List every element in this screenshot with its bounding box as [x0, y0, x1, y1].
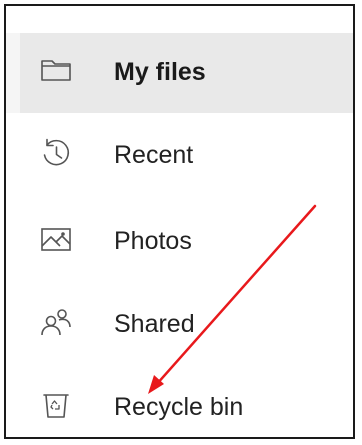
image-icon [39, 222, 73, 256]
nav-item-label: Recent [114, 141, 194, 169]
nav-item-my-files[interactable]: My files [6, 33, 353, 113]
nav-item-recycle-bin[interactable]: Recycle bin [6, 368, 353, 445]
history-icon [39, 136, 73, 170]
folder-icon [39, 53, 73, 87]
active-indicator [6, 33, 20, 113]
people-icon [39, 305, 73, 339]
nav-item-photos[interactable]: Photos [6, 202, 353, 282]
screenshot-frame: My files Recent Photos Shared Recycle bi… [4, 4, 355, 439]
nav-item-label: Shared [114, 310, 195, 338]
nav-item-label: Recycle bin [114, 393, 244, 421]
sidebar-nav: My files Recent Photos Shared Recycle bi… [6, 6, 353, 437]
nav-item-label: My files [114, 58, 206, 86]
nav-item-shared[interactable]: Shared [6, 285, 353, 365]
recycle-bin-icon [39, 388, 73, 422]
nav-item-label: Photos [114, 227, 192, 255]
nav-item-recent[interactable]: Recent [6, 116, 353, 196]
